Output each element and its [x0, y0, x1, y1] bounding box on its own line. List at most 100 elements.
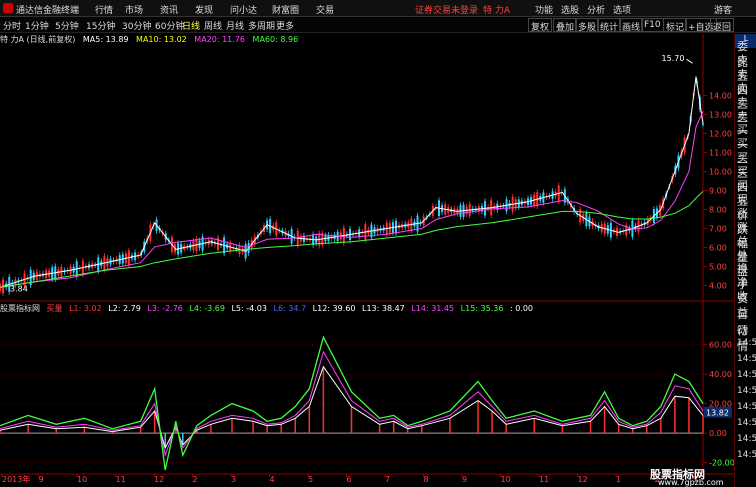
ind-current-label: 13.82 — [706, 409, 729, 418]
date-label: 11 — [116, 475, 126, 484]
app-logo-icon — [3, 3, 13, 13]
watermark: 股票指标网 www.7gpzb.com — [648, 467, 734, 487]
ma5-line — [0, 76, 704, 288]
fuquan-button[interactable]: 复权 — [528, 18, 553, 33]
mark-button[interactable]: 标记 — [663, 18, 688, 33]
quote-time-label: 14:50 — [737, 370, 756, 380]
indicator-title: 股票指标网 — [0, 304, 40, 313]
right-quote-panel: L 委比 卖五 卖四 卖三 卖二 卖一 买一 买二 买三 买四 买五 现价 涨跌 涨幅 总量 外盘 换手 净资 收益… — [734, 34, 756, 487]
login-warning[interactable]: 证券交易未登录 — [415, 3, 478, 16]
price-tick-label: 5.00 — [709, 263, 727, 272]
period-30min[interactable]: 30分钟 — [122, 19, 151, 32]
menu-market[interactable]: 市场 — [125, 3, 143, 16]
date-label: 9 — [39, 475, 44, 484]
price-tick-label: 11.00 — [709, 149, 732, 158]
date-label: 11 — [539, 475, 549, 484]
period-day[interactable]: 日线 — [182, 19, 200, 32]
period-more[interactable]: 更多 — [276, 19, 294, 32]
date-label: 6 — [347, 475, 352, 484]
menu-analysis[interactable]: 分析 — [587, 3, 605, 16]
period-multi[interactable]: 多周期 — [248, 19, 275, 32]
ind-l1: L1: 3.02 — [69, 304, 102, 313]
ma5-label: MA5: 13.89 — [82, 35, 129, 44]
low-price-label: 3.84 — [10, 285, 28, 294]
ma20-label: MA20: 11.76 — [194, 35, 245, 44]
ma10-label: MA10: 13.02 — [136, 35, 187, 44]
menu-hq[interactable]: 行情 — [95, 3, 113, 16]
quote-time-label: 14:50 — [737, 386, 756, 396]
ind-l6: L6: 34.7 — [273, 304, 307, 313]
ind-l13: L13: 38.47 — [361, 304, 405, 313]
draw-button[interactable]: 画线 — [619, 18, 644, 33]
date-label: 2013年 — [2, 474, 30, 484]
overlay-button[interactable]: 叠加 — [553, 18, 578, 33]
guest-label[interactable]: 游客 — [714, 3, 732, 16]
date-label: 10 — [501, 475, 511, 484]
period-month[interactable]: 月线 — [226, 19, 244, 32]
stock-short-name: 特 力A — [483, 6, 511, 16]
menu-news[interactable]: 资讯 — [160, 3, 178, 16]
ind-tick-label: 0.00 — [709, 429, 727, 438]
date-label: 2 — [193, 475, 198, 484]
quote-time-label: 14:50 — [737, 450, 756, 460]
ma60-label: MA60: 8.96 — [252, 35, 299, 44]
price-tick-label: 6.00 — [709, 244, 727, 253]
price-tick-label: 12.00 — [709, 130, 732, 139]
back-button[interactable]: 返回 — [710, 18, 735, 33]
date-label: 5 — [308, 475, 313, 484]
price-tick-label: 4.00 — [709, 282, 727, 291]
main-chart-infobar: 特 力A (日线,前复权) MA5: 13.89 MA10: 13.02 MA2… — [0, 34, 303, 46]
date-label: 7 — [385, 475, 390, 484]
period-60min[interactable]: 60分钟 — [155, 19, 184, 32]
menu-discover[interactable]: 发现 — [195, 3, 213, 16]
quote-time-label: 14:50 — [737, 434, 756, 444]
ind-l15-line — [0, 335, 704, 471]
period-fenshi[interactable]: 分时 — [3, 19, 21, 32]
ind-l12: L12: 39.60 — [312, 304, 356, 313]
date-label: 8 — [424, 475, 429, 484]
ind-tick-label: 60.00 — [709, 341, 732, 350]
period-toolbar: 分时 1分钟 5分钟 15分钟 30分钟 60分钟 日线 周线 月线 多周期 更… — [0, 17, 756, 33]
indicator-label: 买量 — [46, 304, 63, 313]
multi-stock-button[interactable]: 多股 — [575, 18, 600, 33]
ma60-line — [0, 190, 704, 288]
ind-l4: L4: -3.69 — [189, 304, 225, 313]
date-label: 12 — [154, 475, 164, 484]
price-tick-label: 7.00 — [709, 225, 727, 234]
stock-chart[interactable]: 14.0013.0012.0011.0010.009.008.007.006.0… — [0, 0, 734, 487]
period-1min[interactable]: 1分钟 — [25, 19, 49, 32]
main-chart-title: 特 力A (日线,前复权) — [0, 35, 76, 44]
period-5min[interactable]: 5分钟 — [55, 19, 79, 32]
f10-button[interactable]: F10 — [641, 18, 664, 32]
date-label: 10 — [77, 475, 87, 484]
price-tick-label: 14.00 — [709, 92, 732, 101]
ind-l14: L14: 31.45 — [411, 304, 455, 313]
date-label: 3 — [231, 475, 236, 484]
date-label: 4 — [270, 475, 275, 484]
menu-wealth[interactable]: 财富圈 — [272, 3, 299, 16]
high-price-label: 15.70 — [662, 54, 685, 63]
title-bar: 通达信金融终端 行情 市场 资讯 发现 问小达 财富圈 交易 证券交易未登录 特… — [0, 0, 756, 17]
menu-select[interactable]: 选股 — [561, 3, 579, 16]
date-label: 1 — [616, 475, 621, 484]
quote-time-label: 14:50 — [737, 418, 756, 428]
ind-l15: L15: 35.36 — [460, 304, 504, 313]
stats-button[interactable]: 统计 — [597, 18, 622, 33]
period-15min[interactable]: 15分钟 — [86, 19, 115, 32]
quote-time-label: 14:50 — [737, 402, 756, 412]
menu-ask[interactable]: 问小达 — [230, 3, 257, 16]
price-tick-label: 13.00 — [709, 111, 732, 120]
menu-trade[interactable]: 交易 — [316, 3, 334, 16]
ma20-line — [0, 111, 704, 288]
ind-l3: L3: -2.76 — [147, 304, 183, 313]
price-tick-label: 10.00 — [709, 168, 732, 177]
ind-l5: L5: -4.03 — [231, 304, 267, 313]
price-tick-label: 8.00 — [709, 206, 727, 215]
quote-time-label: 14:50 — [737, 354, 756, 364]
app-brand: 通达信金融终端 — [16, 6, 80, 16]
period-week[interactable]: 周线 — [204, 19, 222, 32]
ind-extra: : 0.00 — [509, 304, 534, 313]
menu-func[interactable]: 功能 — [535, 3, 553, 16]
indicator-infobar: 股票指标网 买量 L1: 3.02 L2: 2.79 L3: -2.76 L4:… — [0, 303, 537, 315]
menu-options[interactable]: 选项 — [613, 3, 631, 16]
